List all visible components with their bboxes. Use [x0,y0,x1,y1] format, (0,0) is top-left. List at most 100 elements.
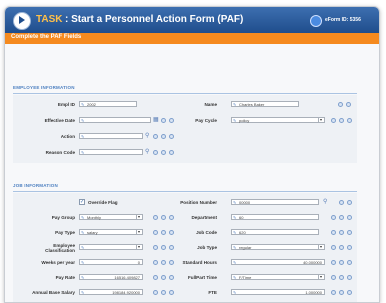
add-icon[interactable] [347,118,352,123]
calendar-icon[interactable]: ▦ [153,117,159,123]
info-icon[interactable] [331,215,336,220]
info-icon[interactable] [331,290,336,295]
standard-hours-field[interactable]: ✎ 40.000000 [231,259,325,265]
override-flag-label: Override Flag [88,200,118,205]
help-icon[interactable] [339,260,344,265]
position-number-field[interactable]: ✎ 00000 [231,199,319,205]
info-icon[interactable] [331,118,336,123]
emplid-label: Empl ID [57,102,75,107]
info-icon[interactable] [153,150,158,155]
info-icon[interactable] [161,118,166,123]
info-icon[interactable] [153,245,158,250]
help-icon[interactable] [339,118,344,123]
add-icon[interactable] [169,230,174,235]
add-icon[interactable] [169,260,174,265]
add-icon[interactable] [347,290,352,295]
help-icon[interactable] [161,260,166,265]
chevron-down-icon[interactable] [136,215,142,219]
info-icon[interactable] [153,260,158,265]
reason-code-field[interactable]: ✎ [79,149,143,155]
chevron-down-icon[interactable] [136,245,142,249]
add-icon[interactable] [347,215,352,220]
info-icon[interactable] [331,275,336,280]
search-icon[interactable]: ⚲ [145,149,149,155]
info-icon[interactable] [153,290,158,295]
help-icon[interactable] [339,230,344,235]
help-icon[interactable] [346,102,351,107]
fte-field[interactable]: ✎ 1.000000 [231,289,325,295]
info-icon[interactable] [153,230,158,235]
help-icon[interactable] [161,134,166,139]
add-icon[interactable] [169,290,174,295]
info-icon[interactable] [338,102,343,107]
add-icon[interactable] [169,275,174,280]
edit-icon: ✎ [81,134,85,139]
override-flag-checkbox[interactable]: ✓ [79,199,85,205]
info-icon[interactable] [331,260,336,265]
employee-section-title: EMPLOYEE INFORMATION [13,85,75,90]
add-icon[interactable] [347,230,352,235]
pay-type-select[interactable]: ✎ salary [79,229,143,235]
chevron-down-icon[interactable] [318,275,324,279]
help-icon[interactable] [339,275,344,280]
job-section-title: JOB INFORMATION [13,183,58,188]
help-icon[interactable] [161,290,166,295]
search-icon[interactable]: ⚲ [145,133,149,139]
help-icon[interactable] [161,215,166,220]
instruction-text: Complete the PAF Fields [11,34,82,40]
pay-group-select[interactable]: ✎ Monthly [79,214,143,220]
add-icon[interactable] [169,245,174,250]
help-icon[interactable] [161,275,166,280]
chevron-down-icon[interactable] [318,118,324,122]
employee-classification-select[interactable]: ✎ [79,244,143,250]
globe-icon[interactable] [310,15,322,27]
help-icon[interactable] [339,215,344,220]
search-icon[interactable]: ⚲ [323,199,327,205]
name-field[interactable]: ✎ Charles Baker [231,101,299,107]
department-field[interactable]: ✎ 60 [231,214,319,220]
info-icon[interactable] [153,275,158,280]
job-code-field[interactable]: ✎ 620 [231,229,319,235]
edit-icon: ✎ [233,200,237,205]
add-icon[interactable] [347,275,352,280]
info-icon[interactable] [339,200,344,205]
emplid-field[interactable]: ✎ 2002 [79,101,137,107]
info-icon[interactable] [331,230,336,235]
edit-icon: ✎ [81,230,85,235]
help-icon[interactable] [161,150,166,155]
add-icon[interactable] [169,134,174,139]
edit-icon: ✎ [233,118,237,123]
action-field[interactable]: ✎ [79,133,143,139]
help-icon[interactable] [347,200,352,205]
add-icon[interactable] [347,260,352,265]
edit-icon: ✎ [233,102,237,107]
help-icon[interactable] [169,118,174,123]
weeks-per-year-field[interactable]: ✎ 0 [79,259,143,265]
add-icon[interactable] [347,245,352,250]
name-label: Name [204,102,217,107]
section-divider [13,191,357,192]
info-icon[interactable] [153,215,158,220]
help-icon[interactable] [161,245,166,250]
help-icon[interactable] [339,290,344,295]
help-icon[interactable] [339,245,344,250]
chevron-down-icon[interactable] [318,245,324,249]
add-icon[interactable] [169,150,174,155]
effective-date-field[interactable]: ✎ [79,117,151,123]
eform-id: eForm ID: 5356 [325,17,361,23]
chevron-down-icon[interactable] [136,230,142,234]
help-icon[interactable] [161,230,166,235]
job-type-label: Job Type [197,245,217,250]
info-icon[interactable] [331,245,336,250]
pay-rate-field[interactable]: ✎ 16516.409827 [79,274,143,280]
full-part-time-label: FullPart Time [187,275,217,280]
home-logo-icon[interactable] [13,12,31,30]
task-label: TASK [36,14,63,25]
pay-rate-label: Pay Rate [55,275,75,280]
job-type-select[interactable]: ✎ regular [231,244,325,250]
annual-base-salary-field[interactable]: ✎ 198184.920000 [79,289,143,295]
pay-cycle-select[interactable]: ✎ policy [231,117,325,123]
info-icon[interactable] [153,134,158,139]
add-icon[interactable] [169,215,174,220]
full-part-time-select[interactable]: ✎ F/Time [231,274,325,280]
